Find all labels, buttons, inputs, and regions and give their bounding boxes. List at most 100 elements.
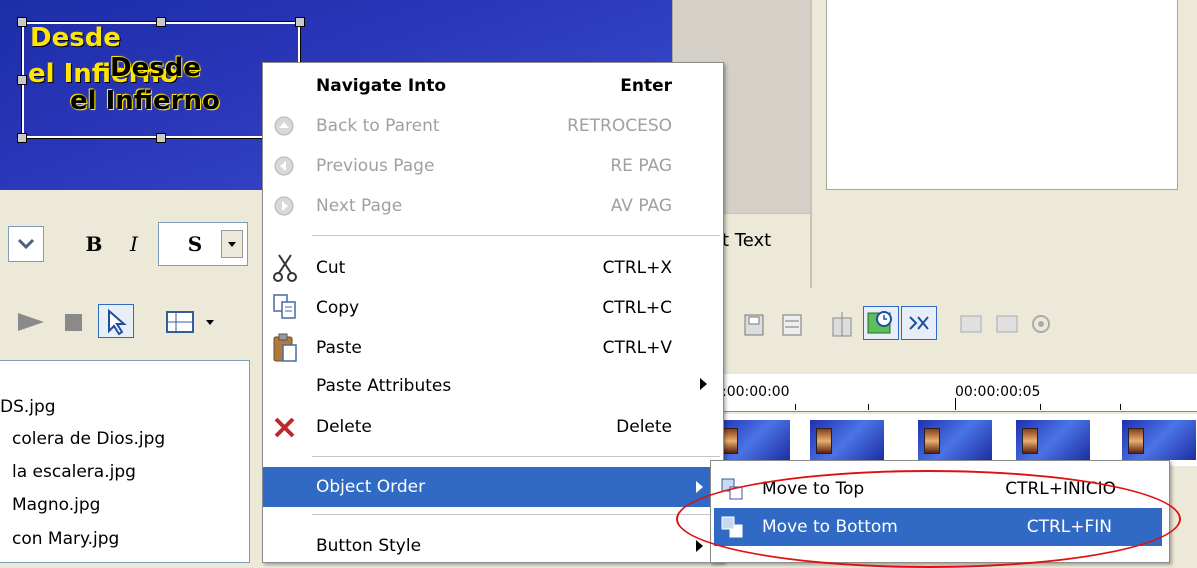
tab-text-fragment[interactable]: t Text (722, 230, 771, 251)
menu-item-shortcut: Delete (616, 417, 672, 437)
arrow-up-circle-icon (274, 116, 294, 136)
layout-dropdown[interactable] (166, 308, 226, 336)
thumbnail-image (924, 428, 940, 454)
menu-item-shortcut: CTRL+C (602, 298, 672, 318)
menu-item-next-page[interactable]: Next Page AV PAG (263, 186, 723, 226)
list-item[interactable]: la escalera.jpg (12, 456, 136, 488)
resize-handle[interactable] (17, 133, 27, 143)
thumbnail-image (1022, 428, 1038, 454)
menu-item-shortcut: AV PAG (610, 196, 672, 216)
menu-item-previous-page[interactable]: Previous Page RE PAG (263, 146, 723, 186)
menu-item-navigate-into[interactable]: Navigate Into Enter (263, 66, 723, 106)
film-frame[interactable] (918, 420, 992, 460)
menu-item-label: Button Style (316, 536, 422, 556)
selection-frame[interactable] (21, 21, 301, 139)
submenu-arrow-icon (696, 481, 703, 493)
file-list[interactable]: DS.jpg colera de Dios.jpg la escalera.jp… (0, 360, 250, 563)
folder-left-icon[interactable] (959, 312, 983, 336)
list-item[interactable]: colera de Dios.jpg (12, 423, 165, 455)
chevron-down-icon (17, 238, 35, 250)
list-item[interactable]: DS.jpg (0, 391, 56, 423)
menu-item-button-style[interactable]: Button Style (263, 526, 723, 566)
resize-handle[interactable] (295, 17, 305, 27)
table-grid-icon (166, 311, 214, 333)
triangle-down-icon (228, 242, 236, 247)
menu-item-shortcut: RETROCESO (567, 116, 672, 136)
menu-item-label: Object Order (316, 477, 426, 497)
timeline-toolbar (725, 288, 1197, 360)
thumbnail-image (722, 428, 738, 454)
resize-handle[interactable] (156, 133, 166, 143)
menu-item-object-order[interactable]: Object Order (263, 467, 723, 507)
menu-item-paste-attributes[interactable]: Paste Attributes (263, 366, 723, 406)
menu-item-cut[interactable]: Cut CTRL+X (263, 248, 723, 288)
menu-item-label: Paste (316, 338, 362, 358)
timing-toggle[interactable] (863, 306, 899, 340)
italic-button[interactable]: I (116, 226, 152, 262)
arrow-right-circle-icon (274, 196, 294, 216)
annotation-circle (676, 470, 1181, 568)
record-icon[interactable] (1029, 312, 1053, 336)
frames-icon[interactable] (781, 313, 805, 337)
cursor-arrow-icon (108, 308, 127, 336)
stop-icon[interactable] (64, 313, 84, 333)
resize-handle[interactable] (156, 17, 166, 27)
copy-icon (273, 294, 296, 319)
menu-item-label: Next Page (316, 196, 403, 216)
select-tool-button[interactable] (98, 304, 134, 338)
font-size-dropdown[interactable] (8, 226, 44, 262)
preview-window (826, 0, 1178, 190)
film-frame[interactable] (1016, 420, 1090, 460)
film-frame[interactable] (716, 420, 790, 460)
menu-item-back-to-parent[interactable]: Back to Parent RETROCESO (263, 106, 723, 146)
resize-handle[interactable] (17, 75, 27, 85)
menu-separator (312, 456, 720, 457)
shadow-label: S (187, 232, 203, 256)
list-item[interactable]: con Mary.jpg (12, 523, 119, 555)
menu-item-label: Navigate Into (316, 76, 447, 96)
shadow-button[interactable]: S (158, 222, 248, 266)
thumbnail-image (816, 428, 832, 454)
film-frame[interactable] (1122, 420, 1196, 460)
menu-item-shortcut: CTRL+V (602, 338, 672, 358)
arrow-left-circle-icon (274, 156, 294, 176)
menu-item-label: Paste Attributes (316, 376, 452, 396)
bold-button[interactable]: B (76, 226, 112, 262)
play-icon[interactable] (16, 310, 48, 334)
ruler-tick (868, 404, 869, 410)
menu-item-shortcut: CTRL+X (602, 258, 672, 278)
submenu-arrow-icon (700, 378, 707, 390)
insert-time-icon[interactable] (829, 310, 855, 338)
thumbnail-image (1128, 428, 1144, 454)
menu-item-shortcut: Enter (620, 76, 672, 96)
resize-handle[interactable] (17, 17, 27, 27)
menu-item-label: Copy (316, 298, 360, 318)
ruler-tick (1040, 404, 1041, 410)
list-item[interactable]: Magno.jpg (12, 489, 100, 521)
folder-right-icon[interactable] (995, 312, 1019, 336)
menu-item-label: Previous Page (316, 156, 435, 176)
ruler-label: :00:00:00 (722, 384, 790, 400)
menu-item-shortcut: RE PAG (610, 156, 672, 176)
paste-icon (273, 333, 297, 362)
ruler-tick (955, 398, 956, 410)
delete-x-icon (274, 417, 295, 438)
ruler-label: 00:00:00:05 (955, 384, 1041, 400)
snap-icon (909, 316, 929, 330)
scissors-icon (273, 254, 297, 282)
shadow-dropdown[interactable] (221, 230, 243, 258)
menu-item-paste[interactable]: Paste CTRL+V (263, 328, 723, 368)
clock-icon (867, 311, 892, 334)
ruler-tick (1120, 404, 1121, 410)
menu-separator (312, 235, 720, 236)
ruler-tick (795, 404, 796, 410)
film-frame[interactable] (810, 420, 884, 460)
menu-separator (312, 514, 720, 515)
save-icon[interactable] (743, 313, 767, 337)
submenu-arrow-icon (696, 540, 703, 552)
snap-toggle[interactable] (901, 306, 937, 340)
menu-item-copy[interactable]: Copy CTRL+C (263, 288, 723, 328)
menu-item-label: Cut (316, 258, 346, 278)
menu-item-delete[interactable]: Delete Delete (263, 407, 723, 447)
menu-item-label: Delete (316, 417, 372, 437)
